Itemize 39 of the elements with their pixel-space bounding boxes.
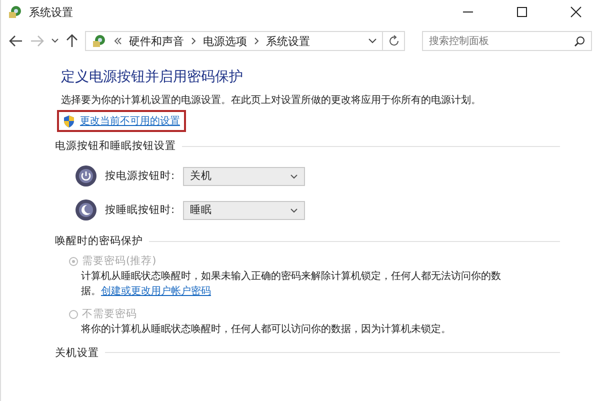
moon-icon — [75, 199, 97, 221]
breadcrumb-item[interactable]: 电源选项 — [203, 34, 247, 48]
chevron-right-icon — [191, 37, 196, 45]
search-icon — [574, 36, 585, 46]
control-panel-icon — [91, 33, 107, 49]
chevron-down-icon[interactable] — [51, 38, 59, 44]
maximize-icon[interactable] — [516, 6, 528, 18]
chevron-down-icon[interactable] — [368, 38, 377, 44]
close-icon[interactable] — [570, 6, 582, 18]
chevron-down-icon — [290, 208, 298, 212]
refresh-button[interactable] — [383, 31, 405, 51]
power-icon — [75, 165, 97, 187]
page-description: 选择要为你的计算机设置的电源设置。在此页上对设置所做的更改将应用于你所有的电源计划。 — [61, 94, 482, 107]
breadcrumb-item[interactable]: 系统设置 — [266, 34, 310, 48]
up-arrow-icon[interactable] — [66, 34, 78, 48]
field-label: 按电源按钮时: — [105, 169, 175, 183]
option-description: 将你的计算机从睡眠状态唤醒时，任何人都可以访问你的数据，因为计算机未锁定。 — [81, 323, 452, 337]
section-title: 电源按钮和睡眠按钮设置 — [55, 139, 176, 153]
option-description: 计算机从睡眠状态唤醒时，如果未输入正确的密码来解除计算机锁定，任何人都无法访问你的数据。创建或更改用户帐户密码 — [81, 270, 501, 298]
breadcrumb-item[interactable]: 硬件和声音 — [129, 34, 184, 48]
control-panel-icon — [7, 4, 23, 20]
section-title: 唤醒时的密码保护 — [55, 234, 143, 248]
chevron-down-icon — [290, 174, 298, 178]
shield-icon — [63, 114, 75, 128]
section-title: 关机设置 — [55, 346, 99, 360]
radio-label: 不需要密码 — [82, 307, 137, 321]
change-settings-link[interactable]: 更改当前不可用的设置 — [80, 114, 180, 128]
dropdown[interactable]: 关机 — [183, 166, 305, 186]
back-arrow-icon[interactable] — [9, 35, 23, 47]
refresh-icon — [388, 35, 400, 47]
search-field[interactable]: 搜索控制面板 — [422, 31, 592, 51]
field-label: 按睡眠按钮时: — [105, 203, 175, 217]
radio-label: 需要密码(推荐) — [82, 254, 156, 268]
window-title: 系统设置 — [29, 4, 73, 20]
page-heading: 定义电源按钮并启用密码保护 — [61, 68, 244, 86]
dropdown[interactable]: 睡眠 — [183, 200, 305, 220]
address-bar[interactable]: 硬件和声音 电源选项 系统设置 — [85, 31, 383, 51]
double-chevron-icon — [114, 37, 122, 45]
chevron-right-icon — [254, 37, 259, 45]
